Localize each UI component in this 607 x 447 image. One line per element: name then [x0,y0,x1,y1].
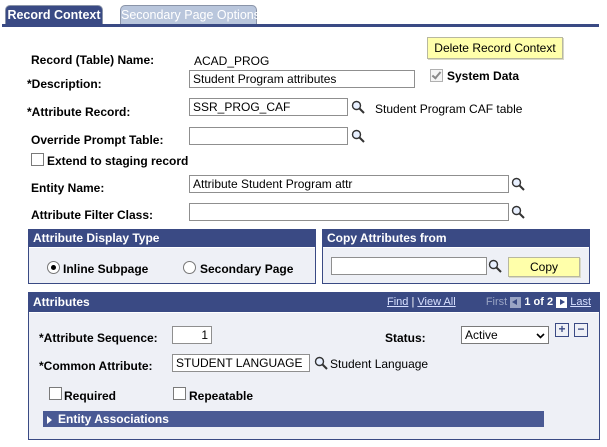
required-checkbox[interactable] [49,387,62,400]
inline-subpage-label: Inline Subpage [63,262,149,276]
first-label: First [485,296,508,308]
common-attribute-label: *Common Attribute: [39,359,153,373]
record-name-value: ACAD_PROG [194,54,270,68]
attribute-sequence-label: *Attribute Sequence: [39,331,158,345]
delete-row-button[interactable]: − [574,323,588,337]
copy-attributes-group: Copy Attributes from Copy [322,229,590,284]
override-prompt-label: Override Prompt Table: [31,133,164,147]
attributes-nav: Find | View All First 1 of 2 Last [387,296,591,310]
common-attribute-description: Student Language [330,357,429,371]
repeatable-checkbox[interactable] [173,387,186,400]
first-arrow-icon [510,296,522,308]
nav-separator: | [411,296,415,308]
copy-attributes-field[interactable] [331,257,487,275]
override-prompt-field[interactable] [189,127,348,145]
copy-button[interactable]: Copy [508,257,580,277]
delete-record-context-button[interactable]: Delete Record Context [427,37,563,59]
attributes-title: Attributes [33,295,90,309]
entity-name-label: Entity Name: [31,181,105,195]
entity-associations-toggle[interactable]: Entity Associations [43,411,544,427]
system-data-label: System Data [447,69,520,83]
find-link[interactable]: Find [387,296,408,308]
view-all-link[interactable]: View All [417,296,455,308]
secondary-page-radio[interactable] [183,261,196,274]
secondary-page-label: Secondary Page [200,262,294,276]
status-label: Status: [385,331,426,345]
attribute-record-field[interactable]: SSR_PROG_CAF [189,98,348,116]
inline-subpage-radio[interactable] [47,261,60,274]
required-label: Required [64,389,117,403]
tab-underline [2,24,599,27]
add-row-button[interactable]: + [555,323,569,337]
common-attribute-lookup-icon[interactable] [314,356,328,370]
extend-staging-checkbox[interactable] [31,153,44,166]
next-arrow-icon[interactable] [556,296,568,308]
status-value: Active [465,328,498,342]
override-prompt-lookup-icon[interactable] [351,129,365,143]
common-attribute-field[interactable]: STUDENT LANGUAGE [172,354,310,372]
system-data-checkbox[interactable] [430,69,443,82]
filter-class-label: Attribute Filter Class: [31,208,154,222]
filter-class-lookup-icon[interactable] [511,205,525,219]
entity-name-field[interactable]: Attribute Student Program attr [189,175,509,193]
paging-indicator: 1 of 2 [524,296,554,308]
attribute-record-label: *Attribute Record: [27,105,131,119]
description-label: *Description: [27,77,102,91]
attribute-display-type-header: Attribute Display Type [29,230,315,247]
extend-staging-label: Extend to staging record [47,154,189,168]
copy-attributes-header: Copy Attributes from [323,230,589,247]
description-field[interactable]: Student Program attributes [189,70,415,88]
tab-secondary-page-options[interactable]: Secondary Page Options [120,5,260,25]
status-select[interactable]: Active [461,326,549,344]
entity-name-lookup-icon[interactable] [511,177,525,191]
entity-associations-label: Entity Associations [58,412,169,426]
tab-record-context[interactable]: Record Context [5,5,103,25]
expand-arrow-icon [47,415,52,424]
repeatable-label: Repeatable [189,389,254,403]
last-link[interactable]: Last [570,296,591,308]
attribute-record-lookup-icon[interactable] [351,100,365,114]
attribute-sequence-field[interactable]: 1 [172,326,212,344]
attribute-record-description: Student Program CAF table [375,102,523,116]
attributes-group: Attributes Find | View All First 1 of 2 … [28,292,600,440]
attribute-display-type-group: Attribute Display Type Inline Subpage Se… [28,229,316,284]
copy-attributes-lookup-icon[interactable] [488,259,502,273]
chevron-down-icon [535,329,546,340]
record-name-label: Record (Table) Name: [31,53,155,67]
filter-class-field[interactable] [189,203,509,221]
